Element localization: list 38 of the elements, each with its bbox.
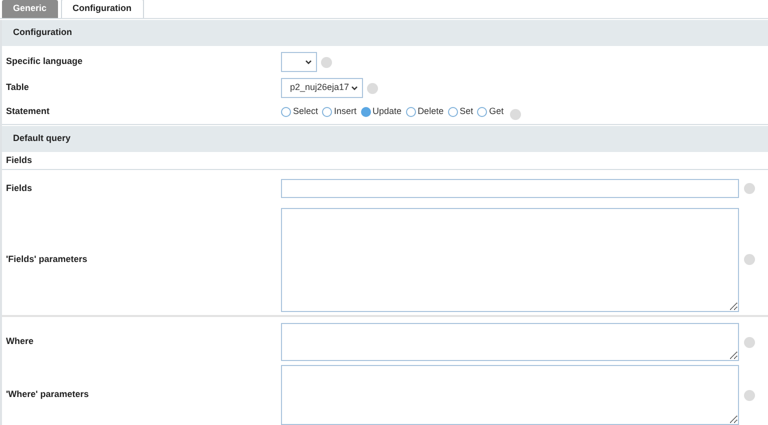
field-label: Statement (6, 106, 50, 116)
radio-option[interactable]: Delete (406, 104, 444, 118)
field-label: Table (6, 82, 29, 92)
field-label: Specific language (6, 56, 83, 66)
caret-icon (351, 86, 358, 90)
caret-icon (305, 60, 312, 64)
text-area[interactable] (281, 208, 739, 312)
text-area[interactable] (281, 365, 739, 425)
help-icon[interactable] (510, 109, 521, 120)
language-select[interactable] (281, 52, 317, 72)
radio-button[interactable] (406, 106, 416, 116)
radio-button[interactable] (322, 106, 332, 116)
radio-option[interactable]: Update (360, 104, 402, 118)
text-area[interactable] (281, 323, 739, 361)
radio-option[interactable]: Get (477, 104, 504, 118)
radio-option[interactable]: Set (448, 104, 474, 118)
field-label: Where (6, 336, 34, 346)
field-label: 'Where' parameters (6, 389, 89, 400)
text-field[interactable] (281, 179, 739, 198)
radio-option[interactable]: Select (281, 104, 318, 118)
radio-option[interactable]: Insert (322, 104, 357, 118)
subsection-title: Fields (6, 154, 32, 167)
table-select[interactable]: p2_nuj26eja17 (281, 78, 363, 98)
help-icon[interactable] (744, 390, 755, 400)
radio-button[interactable] (477, 106, 488, 116)
radio-button[interactable] (281, 106, 291, 116)
help-icon[interactable] (367, 82, 378, 94)
field-label: Fields (6, 182, 32, 193)
radio-button[interactable] (448, 106, 458, 116)
radio-button[interactable] (360, 106, 371, 116)
tab[interactable]: Configuration (60, 0, 144, 18)
section-title: Default query (13, 132, 71, 146)
help-icon[interactable] (744, 336, 755, 348)
help-icon[interactable] (744, 254, 755, 265)
help-icon[interactable] (744, 183, 755, 194)
help-icon[interactable] (321, 56, 332, 68)
section-title: Configuration (13, 26, 72, 40)
field-label: 'Fields' parameters (6, 254, 88, 264)
